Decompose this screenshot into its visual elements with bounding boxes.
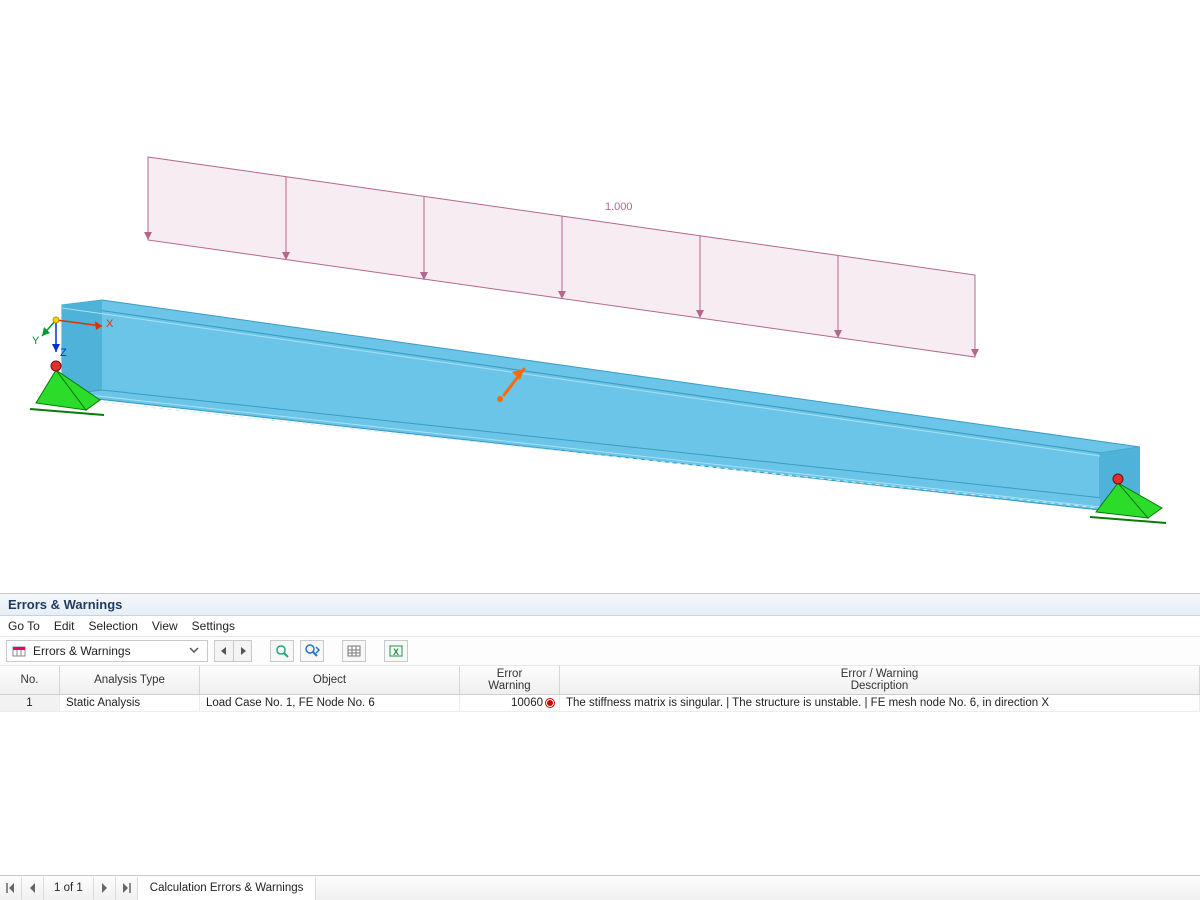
svg-text:Z: Z (60, 347, 67, 359)
pager-first-button[interactable] (0, 877, 22, 900)
next-table-button[interactable] (233, 641, 251, 661)
svg-text:Y: Y (32, 335, 40, 347)
grid-header: No. Analysis Type Object Error Warning E… (0, 666, 1200, 695)
pager-info: 1 of 1 (44, 877, 94, 900)
menu-selection[interactable]: Selection (89, 619, 138, 633)
col-analysis-type[interactable]: Analysis Type (60, 666, 200, 694)
errors-grid: No. Analysis Type Object Error Warning E… (0, 666, 1200, 875)
table-selector-dropdown[interactable]: Errors & Warnings (6, 640, 208, 662)
load-value-label: 1.000 (605, 201, 633, 213)
cell-error-code: 10060 (460, 695, 560, 711)
table-icon (11, 643, 27, 659)
cell-object: Load Case No. 1, FE Node No. 6 (200, 695, 460, 711)
table-row[interactable]: 1 Static Analysis Load Case No. 1, FE No… (0, 695, 1200, 712)
cell-no: 1 (0, 695, 60, 711)
cell-description: The stiffness matrix is singular. | The … (560, 695, 1200, 711)
panel-title: Errors & Warnings (0, 594, 1200, 616)
pager-next-button[interactable] (94, 877, 116, 900)
panel-toolbar: Errors & Warnings X (0, 637, 1200, 666)
pager-prev-button[interactable] (22, 877, 44, 900)
menu-settings[interactable]: Settings (192, 619, 235, 633)
cell-analysis-type: Static Analysis (60, 695, 200, 711)
svg-text:X: X (393, 647, 399, 657)
model-viewport[interactable]: 1.000 (0, 0, 1200, 593)
pager-bar: 1 of 1 Calculation Errors & Warnings (0, 875, 1200, 900)
pager-tab[interactable]: Calculation Errors & Warnings (138, 877, 317, 900)
dropdown-label: Errors & Warnings (33, 644, 183, 658)
panel-menu: Go To Edit Selection View Settings (0, 616, 1200, 637)
menu-goto[interactable]: Go To (8, 619, 40, 633)
col-object[interactable]: Object (200, 666, 460, 694)
find-next-button[interactable] (300, 640, 324, 662)
errors-warnings-panel: Errors & Warnings Go To Edit Selection V… (0, 593, 1200, 875)
beam[interactable] (62, 300, 1140, 510)
col-description[interactable]: Error / Warning Description (560, 666, 1200, 694)
menu-view[interactable]: View (152, 619, 178, 633)
col-no[interactable]: No. (0, 666, 60, 694)
col-error-warning[interactable]: Error Warning (460, 666, 560, 694)
export-excel-button[interactable]: X (384, 640, 408, 662)
table-nav-buttons (214, 640, 252, 662)
view-table-button[interactable] (342, 640, 366, 662)
pager-last-button[interactable] (116, 877, 138, 900)
menu-edit[interactable]: Edit (54, 619, 75, 633)
find-in-graphic-button[interactable] (270, 640, 294, 662)
error-icon (547, 700, 553, 706)
svg-text:X: X (106, 318, 114, 330)
grid-body[interactable]: 1 Static Analysis Load Case No. 1, FE No… (0, 695, 1200, 875)
chevron-down-icon (189, 644, 203, 658)
prev-table-button[interactable] (215, 641, 233, 661)
